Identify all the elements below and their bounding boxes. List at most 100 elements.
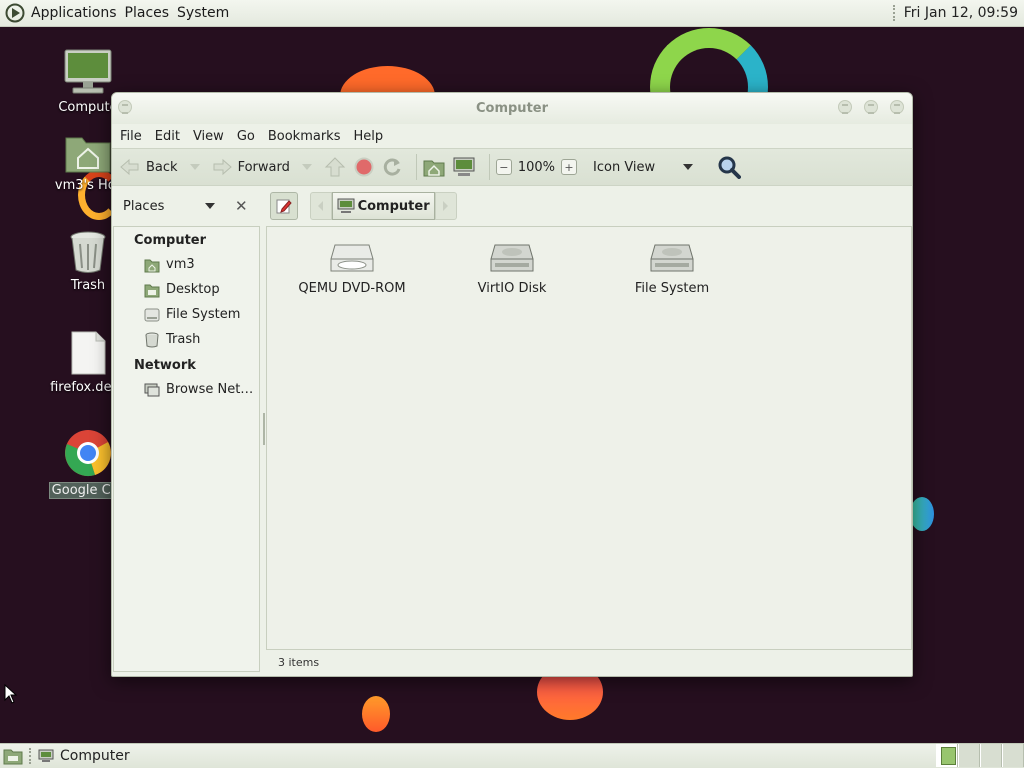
- pane-resize-handle[interactable]: [263, 413, 265, 445]
- sidebar-type-select[interactable]: Places: [123, 199, 203, 214]
- taskbar-button-computer[interactable]: Computer: [38, 748, 130, 764]
- optical-drive-icon: [330, 244, 374, 272]
- hard-disk-icon: [490, 244, 534, 272]
- minimize-button[interactable]: [838, 100, 852, 114]
- workspace-4[interactable]: [1002, 744, 1024, 767]
- minus-icon: −: [499, 160, 509, 174]
- window-title: Computer: [475, 101, 549, 116]
- places-sidebar: Computer vm3 Desktop File System Trash N…: [113, 226, 260, 672]
- distro-logo-icon[interactable]: [5, 3, 25, 23]
- back-button[interactable]: Back: [120, 158, 178, 176]
- menu-go[interactable]: Go: [237, 129, 255, 144]
- chevron-down-icon: [683, 164, 694, 170]
- wallpaper-shape: [910, 497, 934, 531]
- menubar: File Edit View Go Bookmarks Help: [112, 124, 912, 148]
- chevron-down-icon[interactable]: [205, 203, 215, 209]
- wallpaper-shape: [362, 696, 390, 732]
- sidebar-item-desktop[interactable]: Desktop: [114, 277, 259, 302]
- sidebar-item-vm3[interactable]: vm3: [114, 252, 259, 277]
- sidebar-item-label: Desktop: [166, 282, 220, 297]
- file-manager-window: Computer File Edit View Go Bookmarks Hel…: [111, 92, 913, 677]
- computer-icon: [38, 749, 54, 762]
- view-mode-select[interactable]: Icon View: [593, 159, 694, 175]
- reload-button[interactable]: [382, 157, 402, 177]
- clock[interactable]: Fri Jan 12, 09:59: [904, 5, 1024, 21]
- back-history-dropdown[interactable]: [189, 164, 200, 170]
- zoom-out-button[interactable]: −: [495, 159, 512, 175]
- menu-edit[interactable]: Edit: [155, 129, 180, 144]
- breadcrumb-scroll-right[interactable]: [434, 192, 457, 220]
- toolbar-separator: [488, 154, 490, 180]
- search-button[interactable]: [717, 155, 742, 179]
- file-view[interactable]: QEMU DVD-ROM VirtIO Disk File System: [266, 226, 912, 650]
- forward-button-label: Forward: [237, 159, 290, 175]
- workspace-2[interactable]: [958, 744, 980, 767]
- chevron-left-icon: [318, 201, 324, 211]
- view-mode-value: Icon View: [593, 159, 656, 175]
- home-button[interactable]: [423, 157, 445, 177]
- status-bar: 3 items: [266, 651, 912, 673]
- breadcrumb-label: Computer: [357, 198, 430, 214]
- top-panel: Applications Places System Fri Jan 12, 0…: [0, 0, 1024, 27]
- sidebar-item-label: Trash: [166, 332, 201, 347]
- forward-button[interactable]: Forward: [212, 158, 290, 176]
- home-folder-icon: [144, 259, 160, 272]
- sidebar-item-file-system[interactable]: File System: [114, 302, 259, 327]
- stop-button[interactable]: [354, 157, 374, 177]
- zoom-in-button[interactable]: +: [561, 159, 578, 175]
- forward-arrow-icon: [213, 158, 232, 176]
- sidebar-heading-computer: Computer: [134, 233, 207, 248]
- breadcrumb-computer[interactable]: Computer: [331, 192, 435, 220]
- applications-menu[interactable]: Applications: [31, 0, 125, 26]
- window-menu-button[interactable]: [118, 100, 132, 114]
- desktop-icon-label: Trash: [70, 278, 106, 293]
- computer-icon: [337, 198, 355, 213]
- maximize-button[interactable]: [864, 100, 878, 114]
- taskbar-button-label: Computer: [60, 748, 130, 764]
- trash-icon: [70, 231, 106, 273]
- toolbar-separator: [415, 154, 417, 180]
- workspace-switcher: [936, 744, 1024, 768]
- sidebar-item-label: vm3: [166, 257, 195, 272]
- menu-bookmarks[interactable]: Bookmarks: [268, 129, 341, 144]
- menu-help[interactable]: Help: [353, 129, 383, 144]
- chrome-icon: [65, 430, 111, 477]
- text-file-icon: [71, 331, 106, 375]
- zoom-level[interactable]: 100%: [518, 160, 555, 175]
- menu-view[interactable]: View: [193, 129, 224, 144]
- reload-icon: [383, 158, 401, 176]
- edit-location-button[interactable]: [269, 192, 298, 220]
- breadcrumb-scroll-left[interactable]: [309, 192, 332, 220]
- system-menu[interactable]: System: [177, 0, 237, 26]
- status-text: 3 items: [278, 655, 320, 669]
- sidebar-item-browse-network[interactable]: Browse Net…: [114, 377, 259, 402]
- close-button[interactable]: [890, 100, 904, 114]
- computer-button[interactable]: [453, 157, 475, 177]
- show-desktop-icon[interactable]: [3, 747, 23, 765]
- menu-file[interactable]: File: [120, 129, 142, 144]
- edit-pencil-icon: [276, 199, 292, 214]
- panel-grip-handle[interactable]: [29, 748, 32, 764]
- trash-icon: [145, 332, 159, 347]
- places-menu[interactable]: Places: [125, 0, 178, 26]
- window-titlebar[interactable]: Computer: [112, 93, 912, 124]
- toolbar: Back Forward − 100% + Icon View: [112, 148, 912, 186]
- back-arrow-icon: [120, 158, 139, 176]
- close-sidebar-button[interactable]: ✕: [235, 197, 248, 215]
- forward-history-dropdown[interactable]: [301, 164, 312, 170]
- workspace-3[interactable]: [980, 744, 1002, 767]
- file-item-virtio-disk[interactable]: VirtIO Disk: [447, 241, 577, 296]
- network-icon: [144, 383, 160, 396]
- sidebar-item-trash[interactable]: Trash: [114, 327, 259, 352]
- back-button-label: Back: [146, 159, 178, 175]
- panel-grip-handle[interactable]: [892, 5, 896, 21]
- desktop-folder-icon: [144, 284, 160, 297]
- file-item-label: File System: [634, 281, 710, 296]
- file-item-qemu-dvd-rom[interactable]: QEMU DVD-ROM: [287, 241, 417, 296]
- computer-icon: [64, 49, 112, 94]
- file-item-file-system[interactable]: File System: [607, 241, 737, 296]
- home-folder-icon: [423, 160, 445, 177]
- computer-icon: [453, 157, 475, 176]
- up-button[interactable]: [324, 157, 346, 177]
- workspace-1[interactable]: [936, 744, 958, 767]
